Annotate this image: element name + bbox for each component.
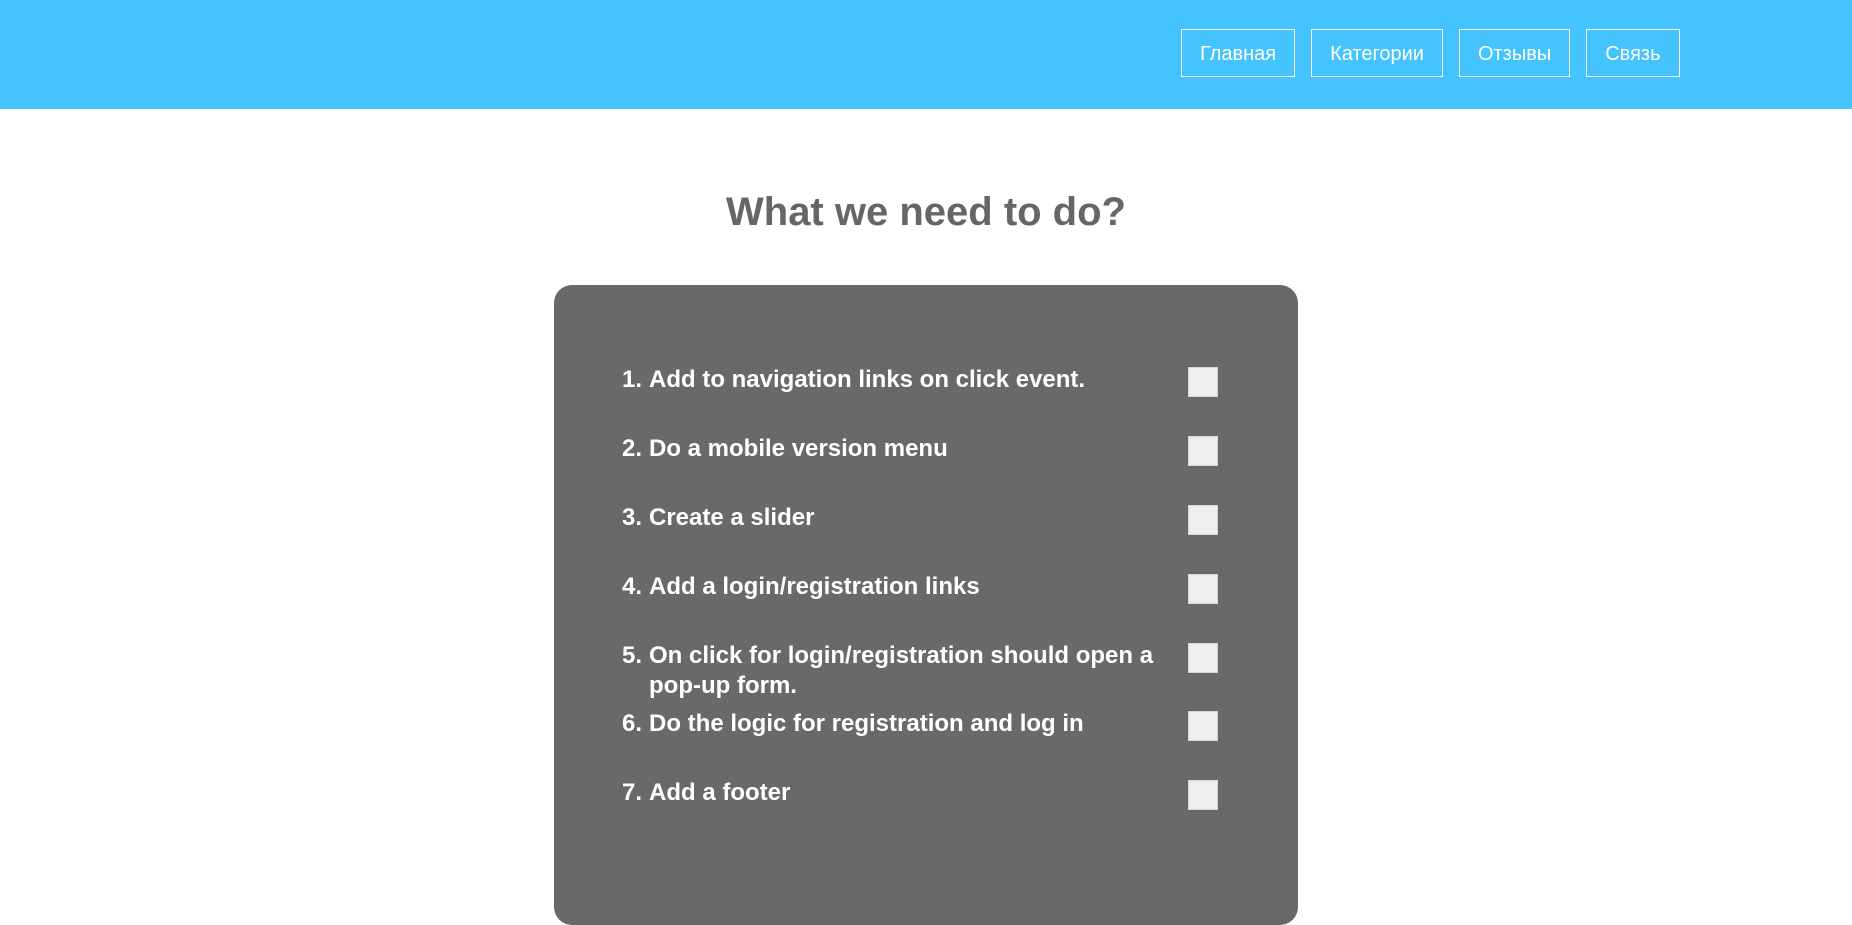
todo-panel: 1. Add to navigation links on click even…: [554, 285, 1298, 925]
page-title: What we need to do?: [726, 190, 1126, 234]
header-bar: Главная Категории Отзывы Связь: [0, 0, 1852, 109]
todo-item-text: Do the logic for registration and log in: [649, 710, 1084, 737]
todo-item-text: Add a login/registration links: [649, 573, 980, 600]
todo-checkbox[interactable]: [1188, 643, 1218, 673]
nav-link-categories[interactable]: Категории: [1311, 29, 1443, 77]
todo-item-text: Add to navigation links on click event.: [649, 366, 1086, 393]
todo-checkbox[interactable]: [1188, 505, 1218, 535]
todo-item-text: Add a footer: [649, 779, 791, 806]
todo-item-number: 3.: [622, 504, 643, 531]
todo-item-number: 5.: [622, 642, 643, 669]
main-nav: Главная Категории Отзывы Связь: [1181, 29, 1680, 77]
todo-item-number: 2.: [622, 435, 643, 462]
todo-checkbox[interactable]: [1188, 780, 1218, 810]
todo-item-number: 1.: [622, 366, 643, 393]
todo-item-number: 4.: [622, 573, 643, 600]
todo-checkbox[interactable]: [1188, 711, 1218, 741]
todo-checkbox[interactable]: [1188, 367, 1218, 397]
todo-item-text: Create a slider: [649, 504, 815, 531]
todo-item-text: On click for login/registration should o…: [649, 642, 1154, 699]
nav-link-home[interactable]: Главная: [1181, 29, 1296, 77]
todo-checkbox[interactable]: [1188, 436, 1218, 466]
todo-item-text: Do a mobile version menu: [649, 435, 948, 462]
todo-checkbox[interactable]: [1188, 574, 1218, 604]
todo-item-number: 7.: [622, 779, 643, 806]
nav-link-reviews[interactable]: Отзывы: [1458, 29, 1571, 77]
nav-link-contact[interactable]: Связь: [1586, 29, 1680, 77]
todo-item-number: 6.: [622, 710, 643, 737]
